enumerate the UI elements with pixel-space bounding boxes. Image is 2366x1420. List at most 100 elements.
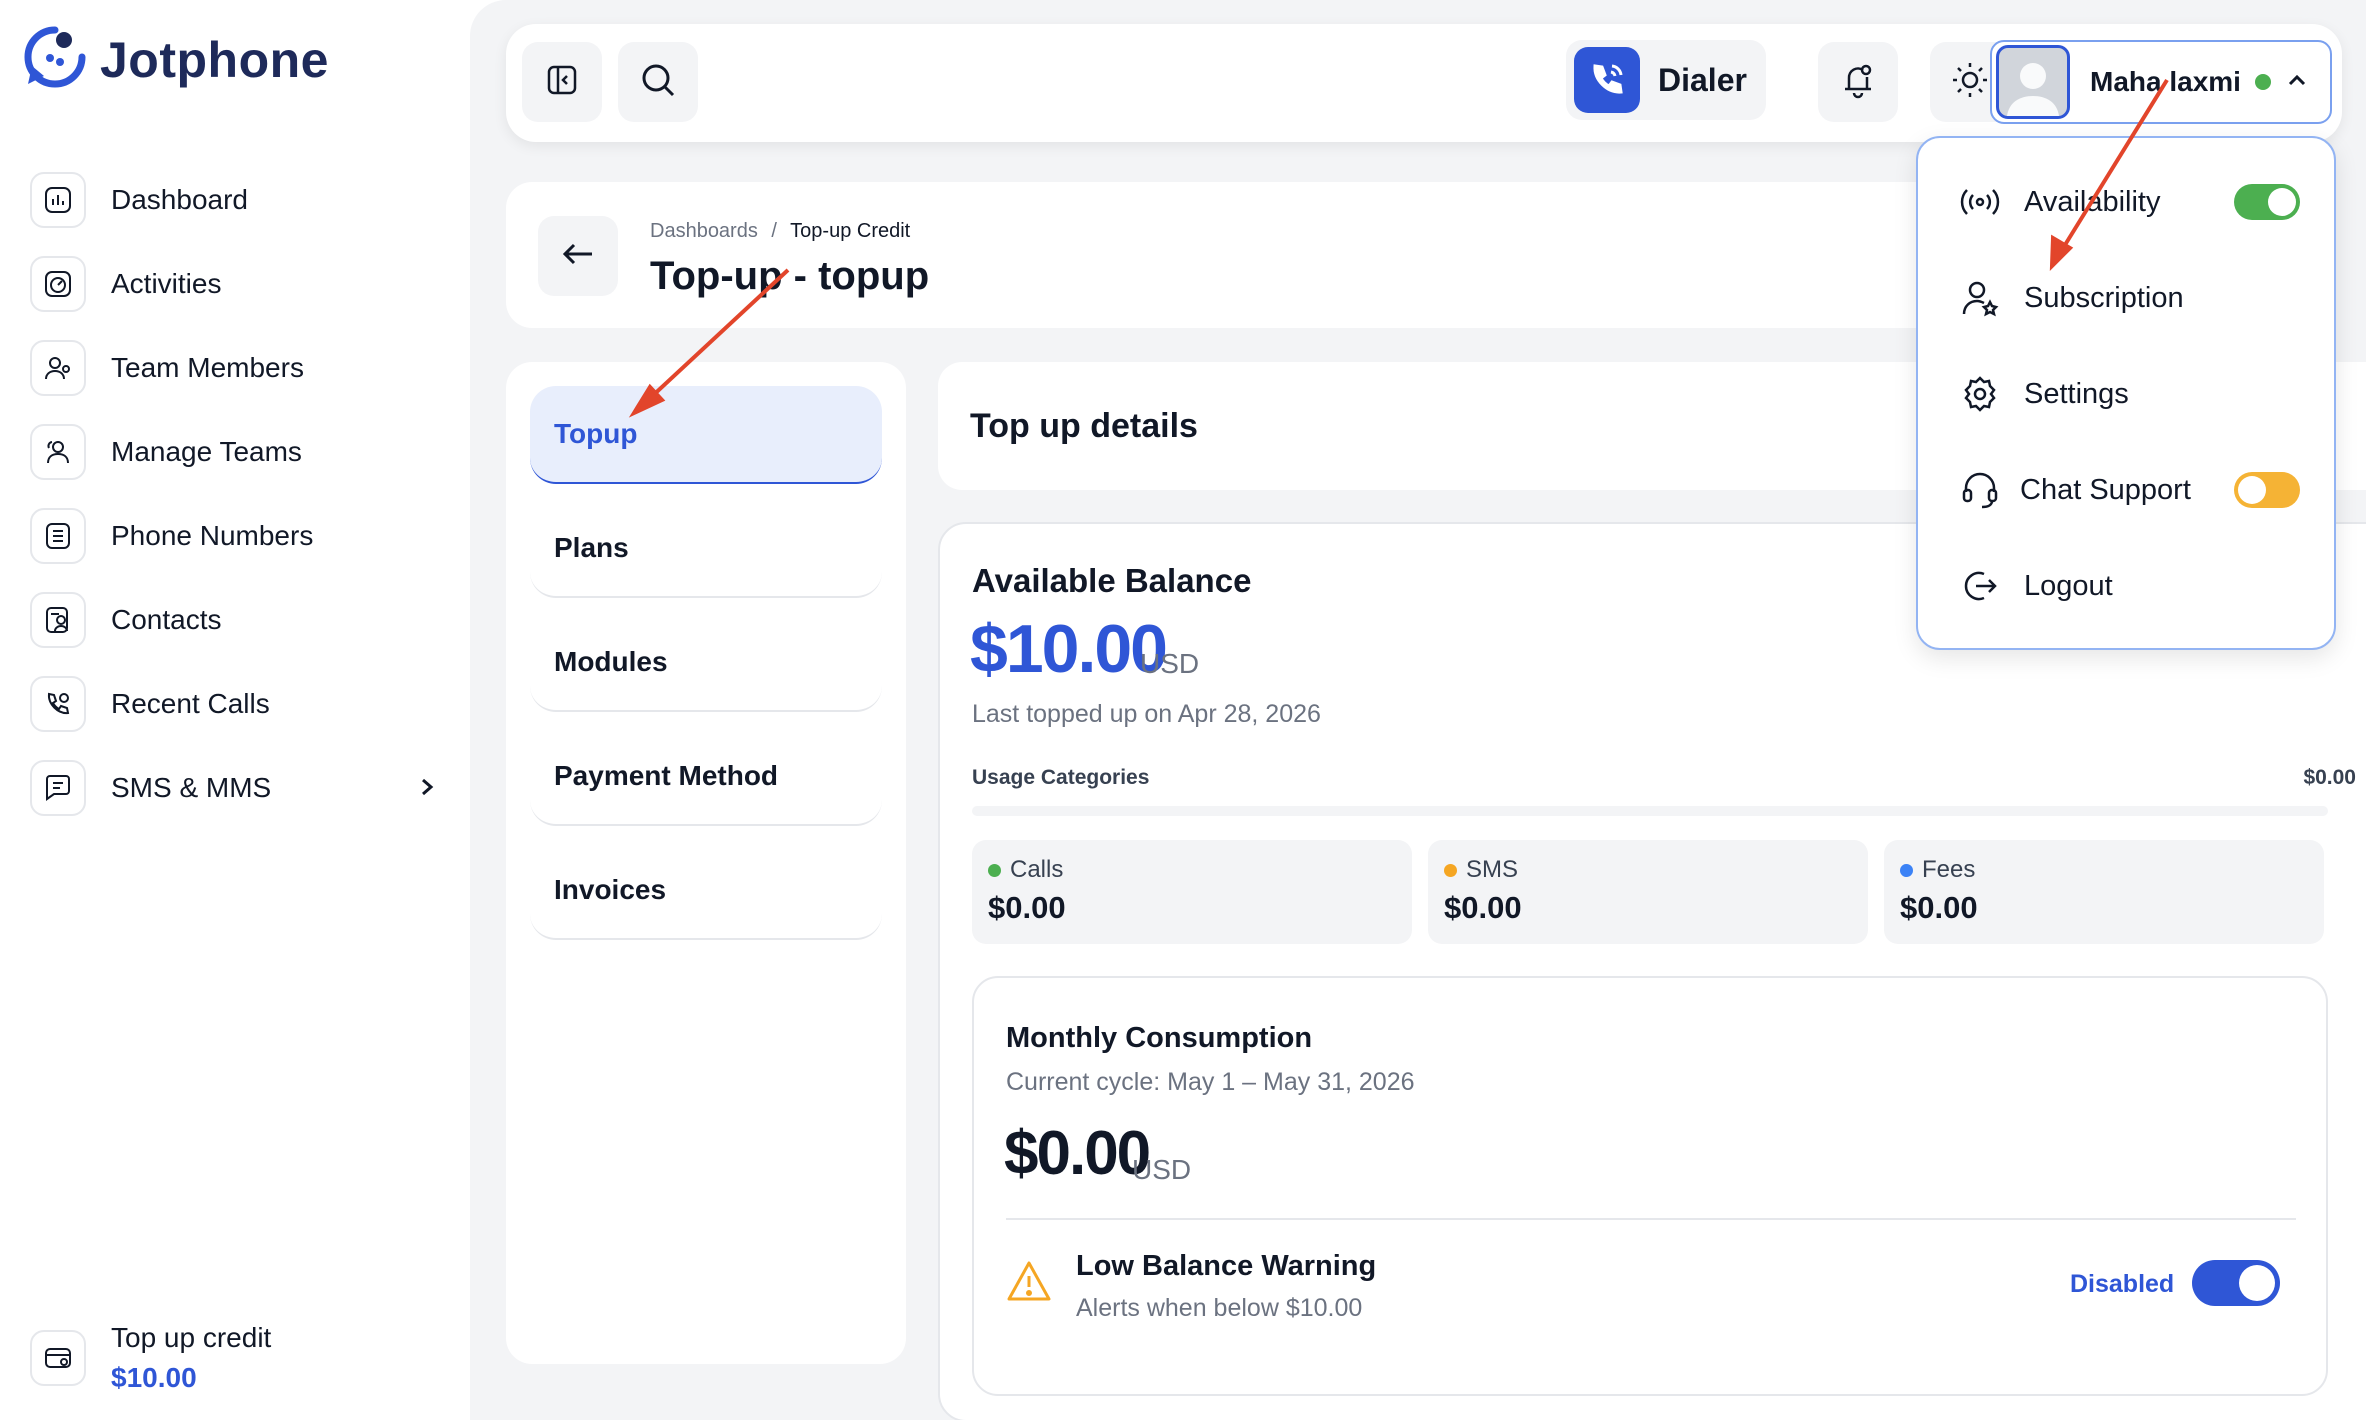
- category-value: $0.00: [1900, 890, 1978, 925]
- notifications-button[interactable]: [1818, 42, 1898, 122]
- sidebar-item-recent-calls[interactable]: Recent Calls: [30, 676, 440, 732]
- sidebar-item-label: Activities: [111, 268, 222, 299]
- category-name: SMS: [1466, 856, 1519, 883]
- menu-item-label: Subscription: [2024, 281, 2184, 314]
- low-balance-subtitle: Alerts when below $10.00: [1076, 1294, 1363, 1322]
- last-topped-text: Last topped up on Apr 28, 2026: [972, 700, 1321, 728]
- monthly-cycle: Current cycle: May 1 – May 31, 2026: [1006, 1068, 1415, 1096]
- status-dot: [1444, 863, 1457, 877]
- low-balance-status: Disabled: [2070, 1270, 2175, 1298]
- menu-item-chat-support[interactable]: Chat Support: [1960, 460, 2300, 520]
- chat-support-toggle[interactable]: [2234, 472, 2300, 508]
- user-profile-button[interactable]: Maha laxmi: [1990, 40, 2332, 124]
- back-button[interactable]: [538, 216, 618, 296]
- usage-bar: [972, 806, 2328, 816]
- dialer-button[interactable]: Dialer: [1566, 40, 1766, 120]
- status-dot: [988, 863, 1001, 877]
- credit-label: Top up credit: [111, 1322, 272, 1353]
- sidebar-item-dashboard[interactable]: Dashboard: [30, 172, 440, 228]
- team-members-icon: [30, 340, 86, 396]
- dialer-label: Dialer: [1658, 61, 1747, 98]
- recent-calls-icon: [30, 676, 86, 732]
- sidebar: Jotphone Dashboard Activities Team Membe…: [0, 0, 470, 1420]
- sidebar-item-label: Contacts: [111, 604, 222, 635]
- warning-icon: [1006, 1260, 1052, 1307]
- usage-label: Usage Categories: [972, 766, 1150, 789]
- menu-item-invoices[interactable]: Invoices: [530, 842, 882, 940]
- menu-item-settings[interactable]: Settings: [1960, 364, 2300, 424]
- sidebar-item-sms-mms[interactable]: SMS & MMS: [30, 760, 440, 816]
- availability-toggle[interactable]: [2234, 184, 2300, 220]
- avatar: [1996, 45, 2070, 119]
- category-value: $0.00: [1444, 890, 1522, 925]
- user-star-icon: [1960, 278, 2000, 318]
- sidebar-item-activities[interactable]: Activities: [30, 256, 440, 312]
- category-name: Fees: [1922, 856, 1976, 883]
- logout-icon: [1960, 566, 2000, 606]
- online-status-dot: [2254, 74, 2271, 90]
- sms-icon: [30, 760, 86, 816]
- sidebar-item-label: Dashboard: [111, 184, 248, 215]
- menu-item-plans[interactable]: Plans: [530, 500, 882, 598]
- balance-card: Available Balance $10.00 USD Last topped…: [938, 522, 2366, 1420]
- headset-icon: [1960, 470, 2000, 510]
- divider: [1006, 1218, 2296, 1220]
- monthly-amount: $0.00: [1004, 1119, 1151, 1188]
- search-button[interactable]: [618, 42, 698, 122]
- toggle-knob: [2239, 1265, 2275, 1301]
- credit-value: $10.00: [111, 1362, 197, 1393]
- bell-icon: [1840, 61, 1876, 104]
- menu-item-logout[interactable]: Logout: [1960, 556, 2300, 616]
- broadcast-icon: [1960, 182, 2000, 222]
- logo[interactable]: Jotphone: [24, 26, 329, 93]
- sidebar-item-label: Team Members: [111, 352, 304, 383]
- breadcrumb-separator: /: [771, 220, 777, 242]
- menu-item-label: Chat Support: [2020, 473, 2191, 506]
- phone-numbers-icon: [30, 508, 86, 564]
- brand-name: Jotphone: [100, 31, 329, 88]
- topup-credit-widget[interactable]: Top up credit $10.00: [30, 1322, 271, 1394]
- phone-call-icon: [1574, 47, 1640, 113]
- chevron-right-icon: [420, 771, 434, 805]
- toggle-knob: [2238, 476, 2266, 504]
- sidebar-item-label: Manage Teams: [111, 436, 302, 467]
- gear-icon: [1960, 374, 2000, 414]
- breadcrumb-current: Top-up Credit: [790, 220, 911, 242]
- sidebar-item-phone-numbers[interactable]: Phone Numbers: [30, 508, 440, 564]
- activity-icon: [30, 256, 86, 312]
- monthly-consumption-card: Monthly Consumption Current cycle: May 1…: [972, 976, 2328, 1396]
- contacts-icon: [30, 592, 86, 648]
- sun-icon: [1950, 60, 1990, 105]
- menu-item-subscription[interactable]: Subscription: [1960, 268, 2300, 328]
- topbar: Dialer Maha laxmi: [506, 24, 2342, 142]
- arrow-left-icon: [561, 242, 595, 271]
- breadcrumb: Dashboards / Top-up Credit: [650, 220, 910, 243]
- wallet-icon: [30, 1330, 86, 1386]
- manage-teams-icon: [30, 424, 86, 480]
- monthly-unit: USD: [1132, 1154, 1192, 1185]
- menu-item-availability[interactable]: Availability: [1960, 172, 2300, 232]
- page-header: Dashboards / Top-up Credit Top-up - topu…: [506, 182, 2026, 328]
- sidebar-item-manage-teams[interactable]: Manage Teams: [30, 424, 440, 480]
- low-balance-toggle[interactable]: [2192, 1260, 2280, 1306]
- details-title: Top up details: [970, 406, 1198, 445]
- menu-item-modules[interactable]: Modules: [530, 614, 882, 712]
- usage-total: $0.00: [2303, 766, 2356, 789]
- menu-item-topup[interactable]: Topup: [530, 386, 882, 484]
- category-name: Calls: [1010, 856, 1064, 883]
- sidebar-toggle-button[interactable]: [522, 42, 602, 122]
- menu-item-payment-method[interactable]: Payment Method: [530, 728, 882, 826]
- sidebar-item-contacts[interactable]: Contacts: [30, 592, 440, 648]
- user-name: Maha laxmi: [2090, 66, 2241, 97]
- sidebar-item-team-members[interactable]: Team Members: [30, 340, 440, 396]
- breadcrumb-parent[interactable]: Dashboards: [650, 220, 758, 242]
- balance-unit: USD: [1140, 648, 1200, 679]
- usage-category-fees: Fees $0.00: [1884, 840, 2324, 944]
- jotphone-logo-icon: [24, 26, 86, 93]
- sidebar-item-label: Phone Numbers: [111, 520, 314, 551]
- sidebar-item-label: Recent Calls: [111, 688, 270, 719]
- toggle-knob: [2268, 188, 2296, 216]
- usage-category-calls: Calls $0.00: [972, 840, 1412, 944]
- sidebar-item-label: SMS & MMS: [111, 772, 272, 803]
- sidebar-nav: Dashboard Activities Team Members Manage…: [30, 172, 440, 844]
